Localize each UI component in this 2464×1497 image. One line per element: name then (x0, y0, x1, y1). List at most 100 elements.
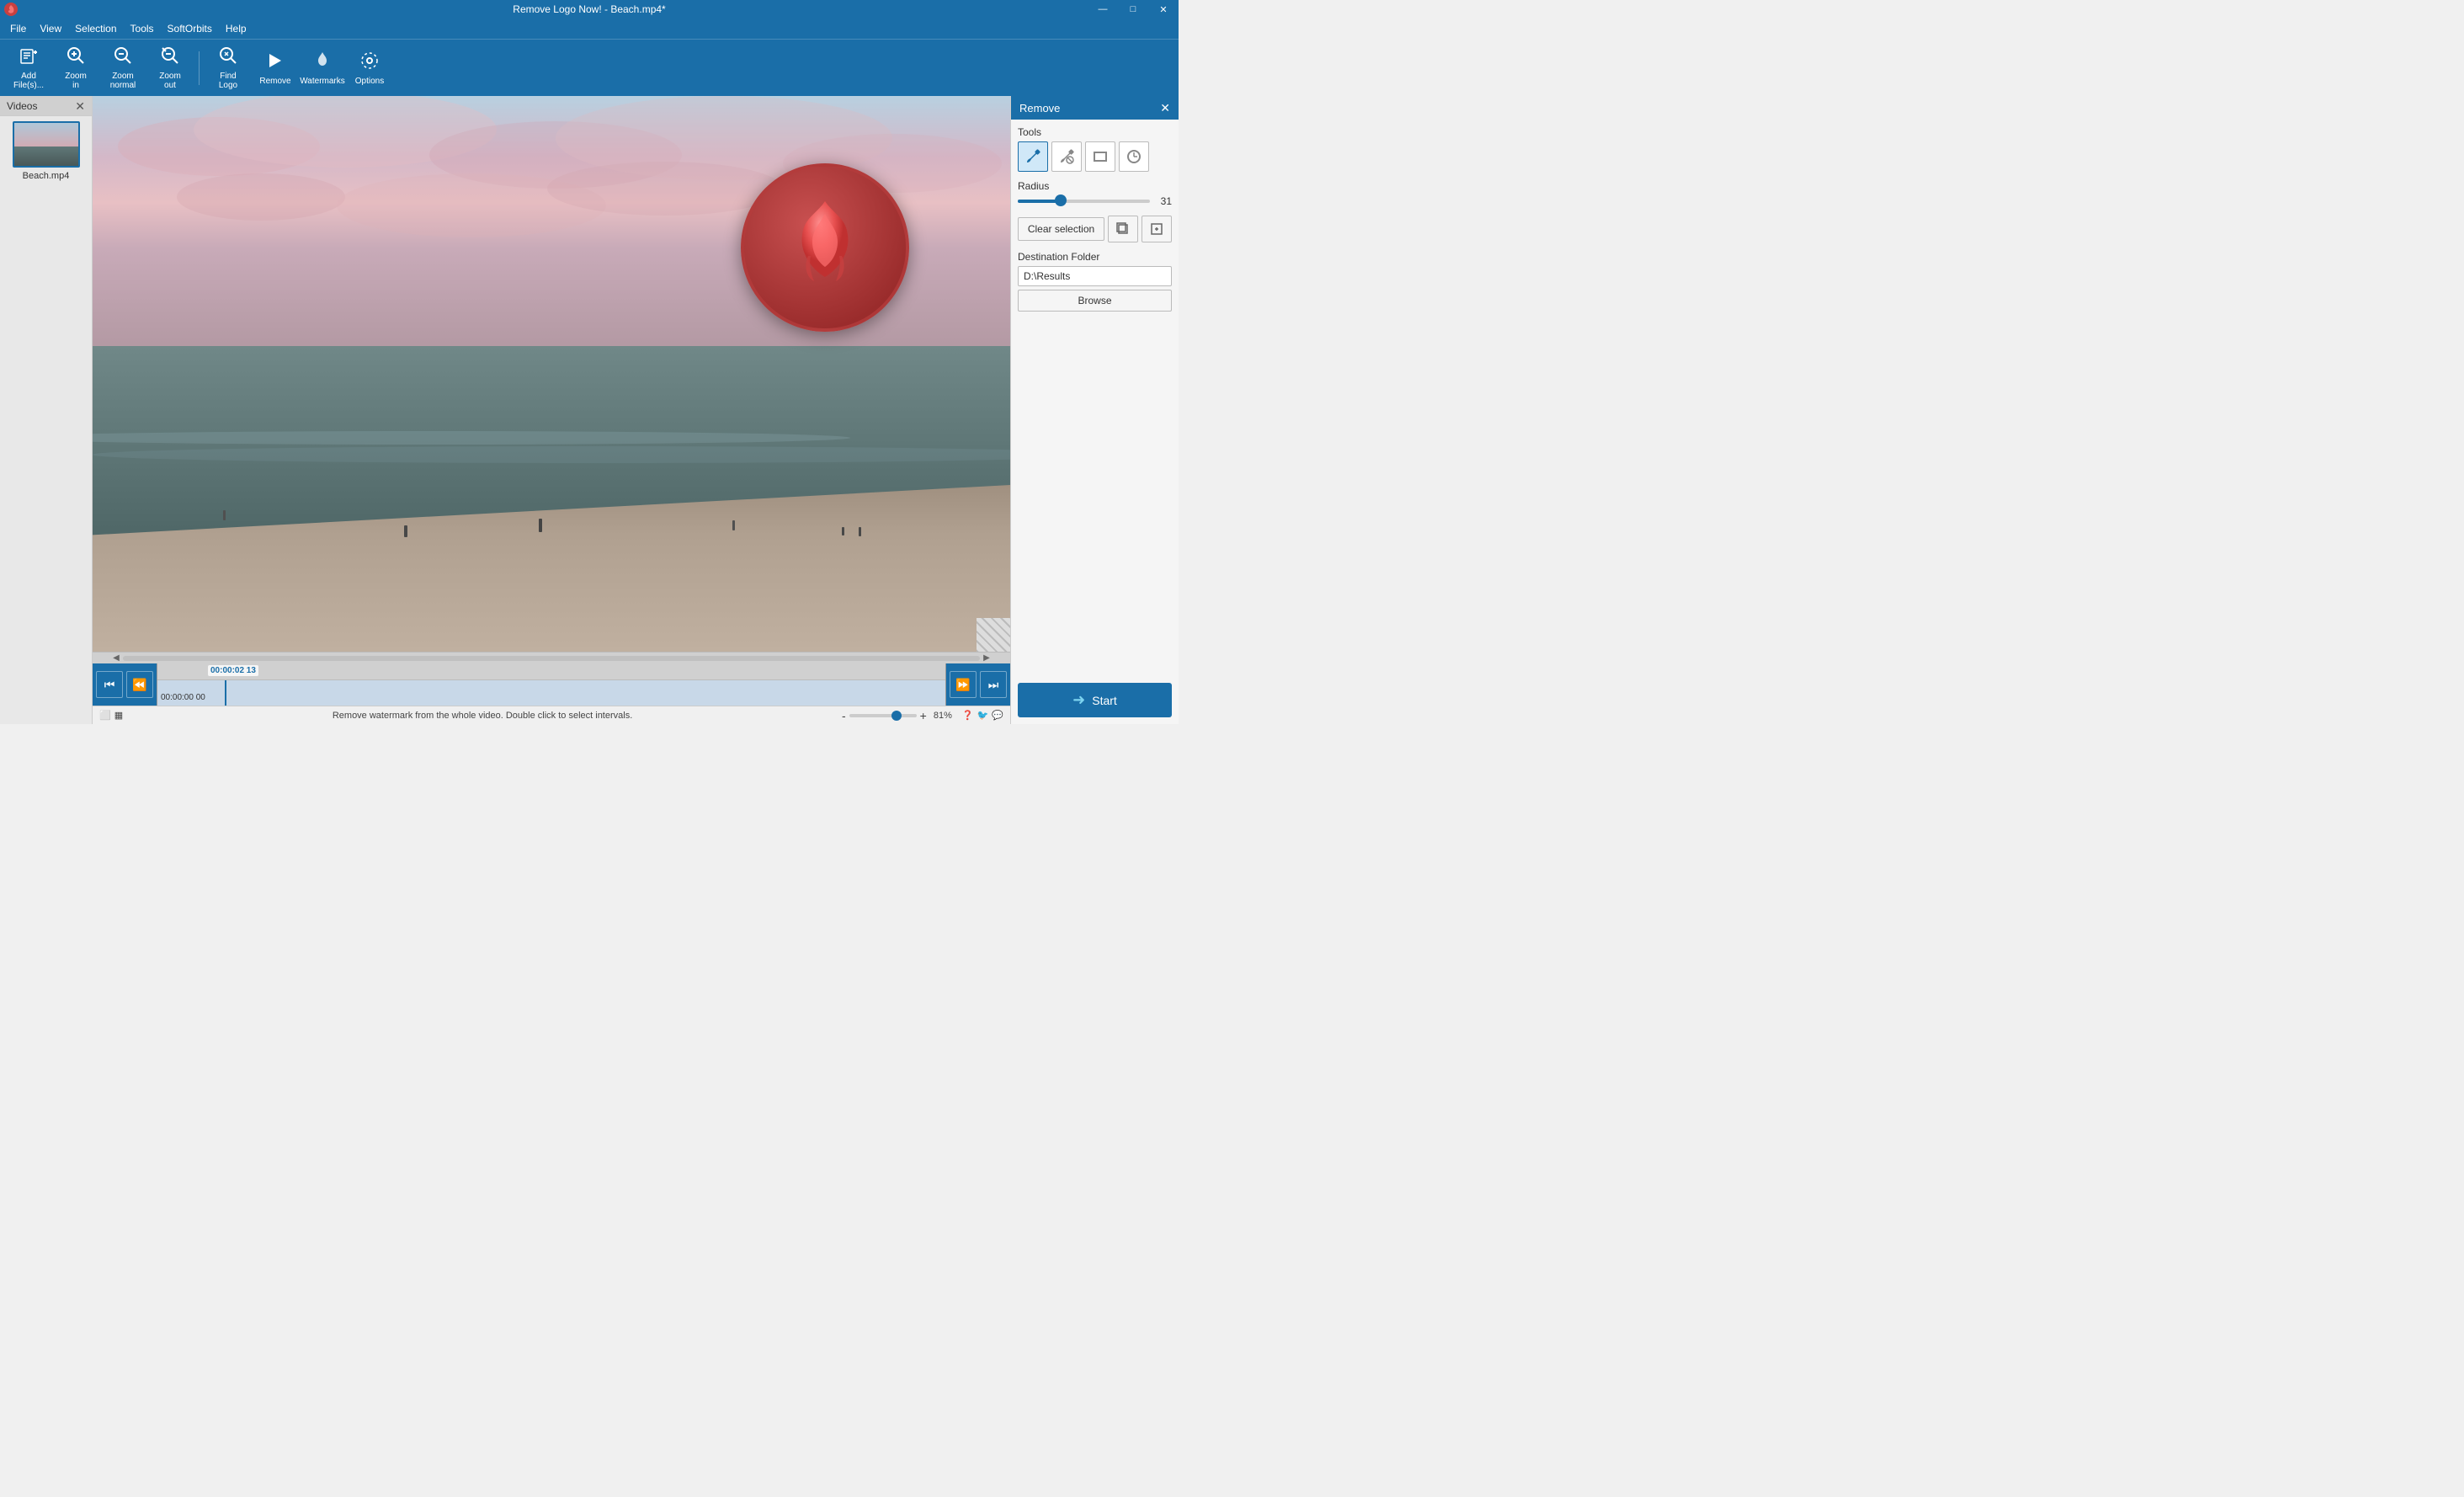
title-bar: Remove Logo Now! - Beach.mp4* — □ ✕ (0, 0, 1179, 19)
toolbar-separator-1 (199, 51, 200, 85)
logo-circle (741, 163, 909, 332)
destination-input[interactable] (1018, 266, 1172, 286)
flame-icon (779, 193, 871, 302)
video-display[interactable] (93, 96, 1010, 652)
current-time-label: 00:00:02 13 (208, 665, 258, 676)
right-panel: Remove ✕ Tools (1010, 96, 1179, 724)
circle-tool-button[interactable] (1119, 141, 1149, 172)
scroll-right-button[interactable]: ▶ (980, 653, 993, 664)
radius-value: 31 (1155, 195, 1172, 207)
hatch-corner (977, 618, 1010, 652)
add-files-button[interactable]: AddFile(s)... (7, 44, 51, 93)
zoom-slider[interactable] (849, 714, 917, 717)
right-panel-close-button[interactable]: ✕ (1160, 101, 1170, 115)
timeline-next-frame-button[interactable]: ⏩ (950, 671, 977, 698)
zoom-minus-icon[interactable]: - (842, 709, 846, 722)
selection-controls: Clear selection (1018, 216, 1172, 242)
zoom-in-icon (66, 45, 86, 69)
scroll-left-button[interactable]: ◀ (109, 653, 123, 664)
people-svg (93, 485, 1010, 596)
menu-bar: File View Selection Tools SoftOrbits Hel… (0, 19, 1179, 39)
timeline-ruler: 00:00:02 13 (157, 663, 945, 680)
menu-view[interactable]: View (33, 21, 68, 36)
remove-label: Remove (259, 77, 290, 86)
start-button[interactable]: ➜ Start (1018, 683, 1172, 717)
zoom-in-label: Zoomin (65, 72, 87, 90)
main-area: Videos ✕ Beach.mp4 (0, 96, 1179, 724)
timeline-track[interactable]: 00:00:02 13 00:00:00 00 (157, 663, 946, 706)
zoom-normal-label: Zoomnormal (110, 72, 136, 90)
canvas-scrollbar: ◀ ▶ (93, 652, 1010, 663)
menu-selection[interactable]: Selection (68, 21, 123, 36)
add-files-icon (19, 45, 39, 69)
app-icon (3, 2, 19, 17)
right-panel-content: Tools (1011, 120, 1179, 724)
menu-help[interactable]: Help (219, 21, 253, 36)
rect-tool-button[interactable] (1085, 141, 1115, 172)
status-icon-2: ▦ (114, 710, 123, 721)
start-label: Start (1092, 694, 1117, 707)
waves-svg (93, 413, 1010, 496)
tools-row (1018, 141, 1172, 172)
copy-to-frame-button[interactable] (1142, 216, 1172, 242)
destination-section: Destination Folder Browse (1018, 251, 1172, 312)
menu-tools[interactable]: Tools (124, 21, 161, 36)
zoom-in-button[interactable]: Zoomin (54, 44, 98, 93)
minimize-button[interactable]: — (1088, 0, 1118, 19)
find-logo-button[interactable]: FindLogo (206, 44, 250, 93)
maximize-button[interactable]: □ (1118, 0, 1148, 19)
zoom-plus-icon[interactable]: + (920, 709, 927, 722)
status-right: - + 81% ❓ 🐦 💬 (842, 709, 1003, 722)
timeline-content: 00:00:00 00 (157, 680, 945, 706)
zoom-out-label: Zoomout (159, 72, 181, 90)
radius-slider[interactable] (1018, 200, 1150, 203)
start-arrow-icon: ➜ (1072, 691, 1085, 709)
timeline-start-button[interactable]: ⏮ (96, 671, 123, 698)
close-button[interactable]: ✕ (1148, 0, 1179, 19)
menu-softorbits[interactable]: SoftOrbits (161, 21, 219, 36)
browse-button[interactable]: Browse (1018, 290, 1172, 312)
video-filename: Beach.mp4 (23, 171, 70, 181)
watermarks-button[interactable]: Watermarks (301, 44, 344, 93)
eraser-tool-button[interactable] (1051, 141, 1082, 172)
clear-selection-button[interactable]: Clear selection (1018, 217, 1104, 241)
timeline-cursor (225, 680, 226, 706)
destination-label: Destination Folder (1018, 251, 1172, 263)
video-thumb-beach[interactable]: Beach.mp4 (0, 116, 92, 186)
remove-button[interactable]: Remove (253, 44, 297, 93)
window-title: Remove Logo Now! - Beach.mp4* (513, 3, 665, 15)
status-message: Remove watermark from the whole video. D… (123, 711, 842, 721)
menu-file[interactable]: File (3, 21, 33, 36)
window-controls: — □ ✕ (1088, 0, 1179, 19)
radius-section: Radius 31 (1018, 180, 1172, 207)
copy-to-all-button[interactable] (1108, 216, 1138, 242)
toolbar: AddFile(s)... Zoomin Zoomnormal (0, 39, 1179, 96)
twitter-icon: 🐦 (977, 710, 989, 721)
status-icon-1: ⬜ (99, 710, 111, 721)
options-button[interactable]: Options (348, 44, 391, 93)
zoom-handle[interactable] (891, 711, 902, 721)
zoom-out-button[interactable]: Zoomout (148, 44, 192, 93)
find-logo-icon (218, 45, 238, 69)
video-thumbnail (13, 121, 80, 168)
beach-scene (93, 96, 1010, 652)
right-panel-title: Remove (1019, 102, 1060, 115)
canvas-area: ◀ ▶ ⏮ ⏪ 00:00:02 13 00:00:00 00 (93, 96, 1010, 724)
help-icon: ❓ (962, 710, 974, 721)
zoom-normal-button[interactable]: Zoomnormal (101, 44, 145, 93)
brush-tool-button[interactable] (1018, 141, 1048, 172)
timeline-prev-frame-button[interactable]: ⏪ (126, 671, 153, 698)
tools-section: Tools (1018, 126, 1172, 172)
remove-icon (265, 51, 285, 74)
right-panel-header: Remove ✕ (1011, 96, 1179, 120)
radius-handle[interactable] (1055, 194, 1067, 206)
start-time-label: 00:00:00 00 (161, 693, 205, 702)
scroll-track[interactable] (123, 656, 980, 661)
status-bar: ⬜ ▦ Remove watermark from the whole vide… (93, 706, 1010, 724)
timeline-end-button[interactable]: ⏭ (980, 671, 1007, 698)
videos-close-button[interactable]: ✕ (75, 100, 85, 112)
left-panel: Videos ✕ Beach.mp4 (0, 96, 93, 724)
options-icon (359, 51, 380, 74)
add-files-label: AddFile(s)... (13, 72, 44, 90)
feedback-icon: 💬 (992, 710, 1003, 721)
